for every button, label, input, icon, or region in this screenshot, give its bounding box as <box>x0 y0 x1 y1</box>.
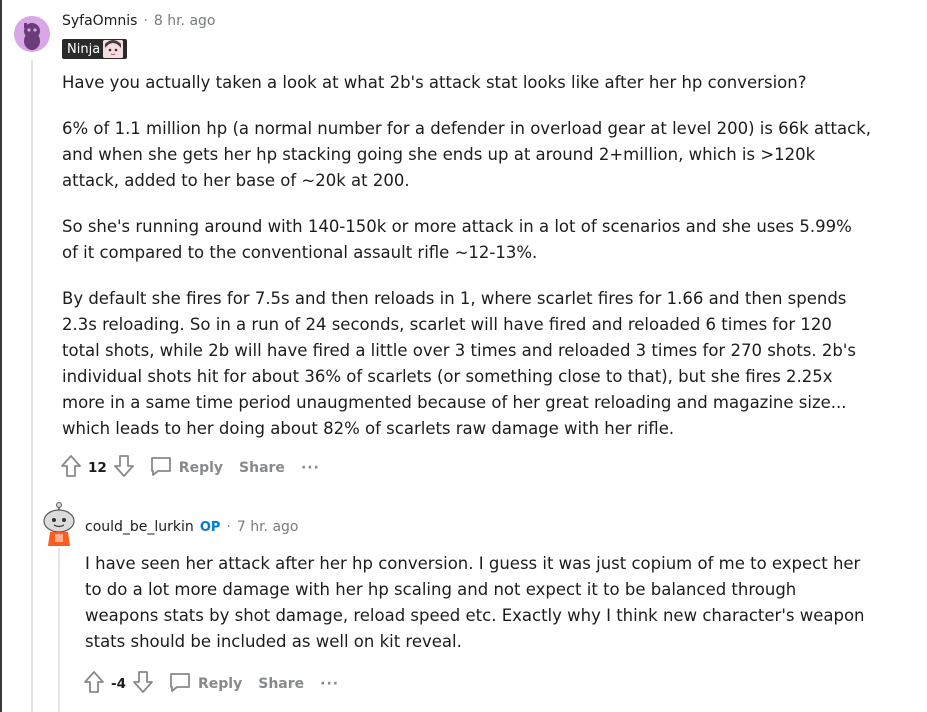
paragraph: I have seen her attack after her hp conv… <box>85 554 865 651</box>
comment-body: I have seen her attack after her hp conv… <box>85 551 865 655</box>
thread-line-reply[interactable] <box>58 548 60 712</box>
paragraph: So she's running around with 140-150k or… <box>62 217 852 262</box>
username[interactable]: SyfaOmnis <box>62 13 137 29</box>
paragraph: Have you actually taken a look at what 2… <box>62 73 807 92</box>
comment-body: Have you actually taken a look at what 2… <box>62 70 872 442</box>
comment-icon <box>168 671 192 697</box>
separator: · <box>143 13 148 29</box>
reply-button[interactable]: Reply <box>168 671 242 697</box>
username[interactable]: could_be_lurkin <box>85 519 194 535</box>
share-button[interactable]: Share <box>239 460 285 476</box>
paragraph: 6% of 1.1 million hp (a normal number fo… <box>62 119 872 190</box>
separator: · <box>226 519 231 535</box>
share-label: Share <box>239 460 285 476</box>
more-icon: ··· <box>320 676 340 692</box>
avatar[interactable] <box>14 16 50 52</box>
comment-icon <box>149 455 173 481</box>
comment-meta: SyfaOmnis · 8 hr. ago <box>62 13 216 29</box>
window-edge <box>0 0 2 712</box>
reply-label: Reply <box>198 676 243 692</box>
reply-label: Reply <box>178 460 224 476</box>
vote-count: 12 <box>88 460 107 476</box>
upvote-icon[interactable] <box>60 454 82 482</box>
flair-text: Ninja <box>67 41 101 57</box>
share-label: Share <box>258 676 305 692</box>
timestamp[interactable]: 7 hr. ago <box>237 519 299 535</box>
downvote-icon[interactable] <box>132 670 154 698</box>
comment-meta: could_be_lurkin OP · 7 hr. ago <box>85 519 299 535</box>
comment-actions: 12 Reply Share ··· <box>60 454 320 482</box>
reply-button[interactable]: Reply <box>149 455 223 481</box>
user-flair: Ninja <box>62 39 128 59</box>
paragraph: By default she fires for 7.5s and then r… <box>62 289 856 438</box>
avatar[interactable] <box>42 502 76 546</box>
vote-count: -4 <box>111 676 126 692</box>
flair-emoji <box>103 40 124 58</box>
thread-line[interactable] <box>31 60 33 712</box>
timestamp[interactable]: 8 hr. ago <box>154 13 216 29</box>
more-icon: ··· <box>300 460 320 476</box>
op-badge: OP <box>199 519 221 535</box>
downvote-icon[interactable] <box>113 454 135 482</box>
more-button[interactable]: ··· <box>301 460 320 476</box>
share-button[interactable]: Share <box>258 676 304 692</box>
more-button[interactable]: ··· <box>320 676 339 692</box>
upvote-icon[interactable] <box>83 670 105 698</box>
comment-actions: -4 Reply Share ··· <box>83 670 339 698</box>
